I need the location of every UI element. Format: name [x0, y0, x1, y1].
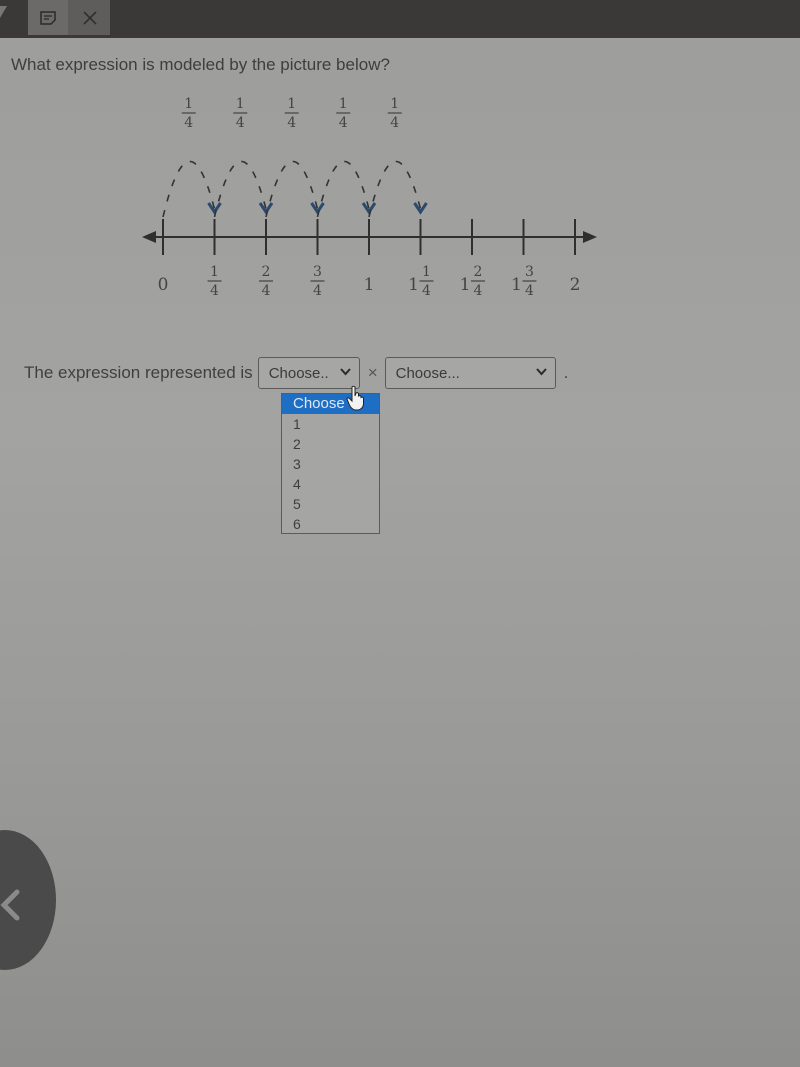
dropdown-option[interactable]: 5	[282, 494, 379, 514]
tick-label-denominator: 4	[210, 283, 219, 299]
factor1-select[interactable]: Choose..	[257, 357, 360, 389]
jump-label-denominator: 4	[236, 115, 245, 131]
expression-label: The expression represented is	[24, 363, 253, 382]
chevron-down-icon	[535, 365, 547, 379]
tick-label-numerator: 3	[313, 264, 322, 280]
jump-arc	[368, 160, 422, 218]
tick-label-denominator: 4	[262, 283, 271, 299]
jump-label-denominator: 4	[390, 115, 399, 131]
number-line-figure: 0142434 1 114 124 134 21414141414	[142, 96, 597, 299]
tick-label-denominator: 4	[474, 283, 483, 299]
factor1-dropdown-list: Choose 1 2 3 4 5 6	[281, 393, 380, 534]
dropdown-option[interactable]: 6	[282, 514, 379, 534]
jump-label-denominator: 4	[339, 115, 348, 131]
jump-label-numerator: 1	[184, 96, 193, 112]
hand-cursor-icon	[346, 385, 364, 411]
jump-arc	[213, 160, 267, 218]
jump-label-denominator: 4	[184, 115, 193, 131]
jump-arc	[316, 160, 370, 218]
tick-label: 0	[158, 275, 169, 295]
sentence-period: .	[563, 363, 569, 382]
left-arrowhead	[142, 231, 156, 243]
jump-label-denominator: 4	[287, 115, 296, 131]
tick-label-denominator: 4	[525, 283, 534, 299]
jump-label-numerator: 1	[287, 96, 296, 112]
jump-label-numerator: 1	[339, 96, 348, 112]
jump-arc	[162, 160, 216, 218]
tick-label-denominator: 4	[422, 283, 431, 299]
dropdown-option[interactable]: 3	[282, 454, 379, 474]
chevron-down-icon	[339, 365, 351, 379]
chevron-left-icon	[0, 889, 20, 921]
factor2-select[interactable]: Choose...	[384, 357, 556, 389]
right-arrowhead	[583, 231, 597, 243]
tick-label-numerator: 1	[210, 264, 219, 280]
tick-label: 1	[364, 275, 375, 295]
tick-label: 2	[570, 275, 581, 295]
jump-label-numerator: 1	[390, 96, 399, 112]
factor2-select-value: Choose...	[395, 364, 460, 382]
tick-label-numerator: 1	[422, 264, 431, 280]
factor1-select-value: Choose..	[268, 364, 329, 382]
dropdown-option[interactable]: 4	[282, 474, 379, 494]
jump-label-numerator: 1	[236, 96, 245, 112]
tick-label-whole: 1	[460, 275, 471, 295]
expression-row: The expression represented is Choose.. ×…	[24, 356, 568, 390]
jump-arc	[265, 160, 319, 218]
tick-label-denominator: 4	[313, 283, 322, 299]
tick-label-numerator: 2	[262, 264, 271, 280]
tick-label-numerator: 3	[525, 264, 534, 280]
tick-label-whole: 1	[408, 275, 419, 295]
dropdown-option[interactable]: 1	[282, 414, 379, 434]
dropdown-option[interactable]: 2	[282, 434, 379, 454]
multiplication-sign: ×	[367, 363, 378, 382]
tick-label-whole: 1	[511, 275, 522, 295]
tick-label-numerator: 2	[474, 264, 483, 280]
